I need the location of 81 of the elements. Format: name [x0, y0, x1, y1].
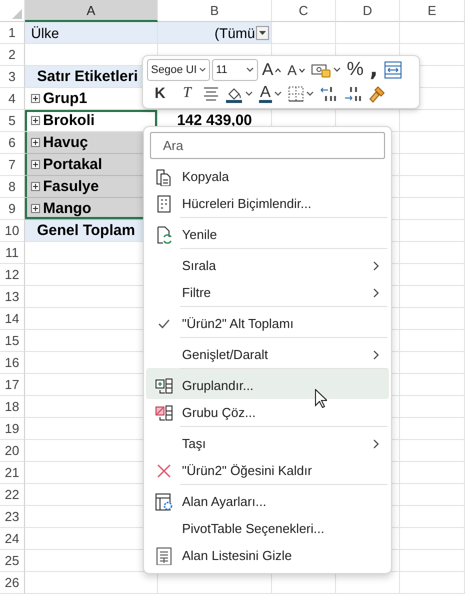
font-dropdown[interactable]: Segoe UI [147, 59, 210, 82]
menu-item[interactable]: Gruplandır... [146, 368, 389, 399]
refresh-icon [155, 226, 173, 244]
selected-cell[interactable]: Brokoli [25, 110, 158, 132]
row-header[interactable]: 18 [0, 396, 25, 418]
chevron-icon [332, 67, 341, 74]
column-header[interactable]: C [272, 0, 336, 22]
row-label: Havuç [43, 134, 88, 151]
row-header[interactable]: 4 [0, 88, 25, 110]
wrap-icon [384, 61, 402, 80]
row-header[interactable]: 15 [0, 330, 25, 352]
chevron-icon [198, 67, 206, 74]
column-header[interactable]: D [336, 0, 400, 22]
mouse-pointer-icon [315, 389, 327, 408]
table-cell: Ülke [25, 22, 158, 44]
borders-icon [288, 86, 304, 102]
row-label: Grup1 [43, 90, 88, 107]
align-center-icon [203, 86, 219, 101]
row-header[interactable]: 11 [0, 242, 25, 264]
menu-item[interactable]: Alan Listesini Gizle [146, 542, 389, 569]
menu-item[interactable]: PivotTable Seçenekleri... [146, 515, 389, 542]
row-header[interactable]: 23 [0, 506, 25, 528]
caret-up-icon [275, 68, 282, 73]
chevron-icon [246, 67, 254, 74]
menu-item[interactable]: Grubu Çöz... [146, 399, 389, 426]
row-label: Mango [43, 200, 92, 217]
increase-decimal-icon [344, 86, 362, 102]
group-icon [155, 376, 173, 394]
italic-button[interactable]: T [175, 82, 199, 105]
field-settings-icon [155, 492, 173, 510]
chevron-icon [245, 90, 253, 97]
row-header[interactable]: 21 [0, 462, 25, 484]
row-header[interactable]: 2 [0, 44, 25, 66]
expand-icon [31, 182, 40, 191]
money-icon [310, 62, 331, 78]
row-header[interactable]: 17 [0, 374, 25, 396]
expand-icon [31, 204, 40, 213]
caret-down-icon [298, 68, 305, 73]
search-field[interactable]: Ara [150, 132, 385, 159]
field-list-icon [155, 546, 173, 564]
dropdown-arrow-icon [259, 30, 266, 34]
comma-style-button[interactable]: , [368, 59, 380, 82]
percent-button[interactable]: % [344, 59, 366, 82]
check-icon [158, 318, 170, 328]
column-header[interactable]: A [25, 0, 158, 22]
grow-font-button[interactable]: A [260, 59, 284, 82]
ungroup-icon [155, 404, 173, 422]
row-header[interactable]: 20 [0, 440, 25, 462]
chevron-icon [274, 90, 282, 97]
select-all-icon [12, 9, 22, 19]
row-label: Brokoli [43, 112, 95, 129]
expand-icon [31, 138, 40, 147]
row-header[interactable]: 19 [0, 418, 25, 440]
shrink-font-button[interactable]: A [285, 59, 307, 82]
decrease-decimal-icon [320, 86, 338, 102]
close-icon [155, 462, 173, 480]
row-header[interactable]: 16 [0, 352, 25, 374]
font-size-dropdown[interactable]: 11 [212, 59, 258, 82]
row-header[interactable]: 12 [0, 264, 25, 286]
menu-item[interactable]: Filtre [146, 279, 389, 306]
expand-icon [31, 116, 40, 125]
expand-icon [31, 160, 40, 169]
row-header[interactable]: 25 [0, 550, 25, 572]
chevron-icon [306, 90, 314, 97]
row-header[interactable]: 14 [0, 308, 25, 330]
row-header[interactable]: 26 [0, 572, 25, 594]
font-color-button[interactable]: A [257, 82, 284, 105]
filter-value: (Tümü [214, 24, 255, 40]
expand-icon [31, 94, 40, 103]
row-header[interactable]: 24 [0, 528, 25, 550]
row-header[interactable]: 22 [0, 484, 25, 506]
row-label: Fasulye [43, 178, 99, 195]
column-header[interactable]: E [400, 0, 465, 22]
wrap-text-button[interactable] [382, 59, 404, 82]
menu-item[interactable]: "Ürün2" Öğesini Kaldır [146, 457, 389, 484]
row-label: Portakal [43, 156, 102, 173]
row-header[interactable]: 13 [0, 286, 25, 308]
format-cells-icon [155, 194, 173, 212]
paintbrush-icon [368, 84, 386, 103]
copy-icon [155, 168, 173, 186]
filter-dropdown-button[interactable] [256, 26, 269, 40]
